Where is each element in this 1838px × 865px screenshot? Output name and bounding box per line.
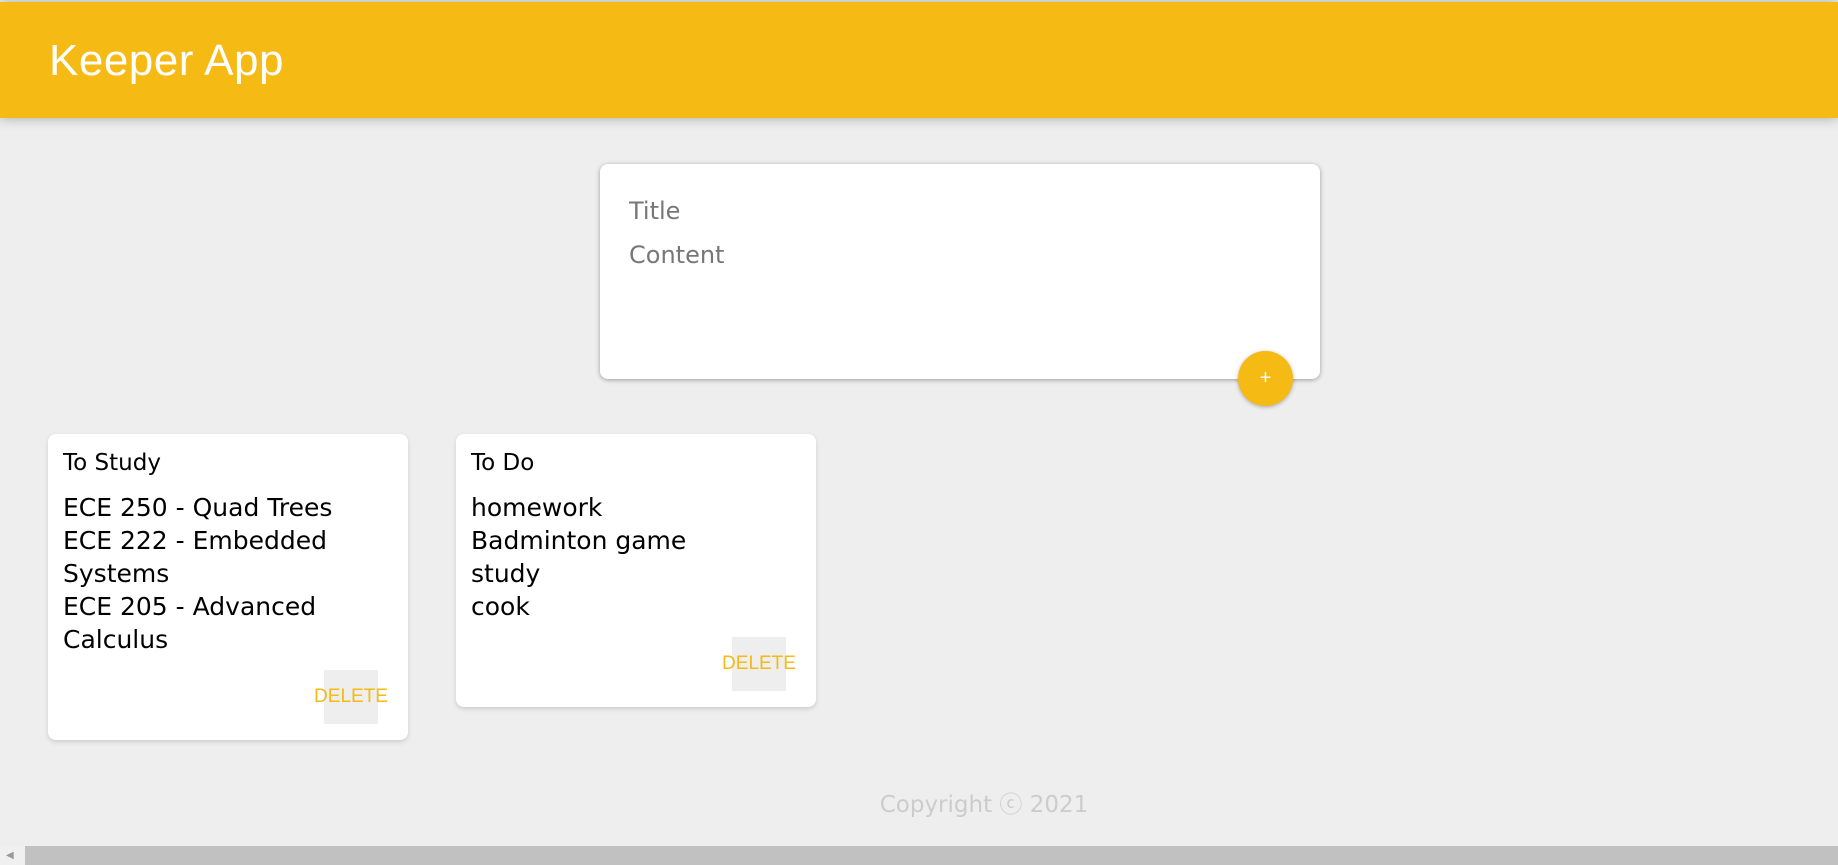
app-header: Keeper App (0, 2, 1838, 118)
copyright-text: Copyright ⓒ 2021 (879, 792, 1089, 818)
scroll-left-icon[interactable]: ◀ (6, 850, 14, 861)
note-title: To Study (63, 450, 161, 476)
note-content: homework Badminton game study cook (471, 493, 687, 621)
title-input[interactable] (629, 194, 1279, 228)
note-card: To Do homework Badminton game study cook… (456, 434, 816, 707)
delete-button[interactable]: DELETE (722, 637, 796, 691)
note-card: To Study ECE 250 - Quad Trees ECE 222 - … (48, 434, 408, 740)
create-note-form (600, 164, 1320, 379)
delete-button[interactable]: DELETE (314, 670, 388, 724)
note-title: To Do (471, 450, 535, 476)
horizontal-scrollbar[interactable]: ◀ (0, 846, 1838, 865)
add-note-button[interactable]: + (1238, 351, 1293, 406)
app-title: Keeper App (49, 36, 284, 85)
content-input[interactable] (629, 241, 1279, 341)
scrollbar-thumb[interactable] (25, 846, 1838, 865)
plus-icon: + (1259, 367, 1272, 389)
footer: Copyright ⓒ 2021 (0, 785, 1838, 819)
note-content: ECE 250 - Quad Trees ECE 222 - Embedded … (63, 493, 333, 654)
